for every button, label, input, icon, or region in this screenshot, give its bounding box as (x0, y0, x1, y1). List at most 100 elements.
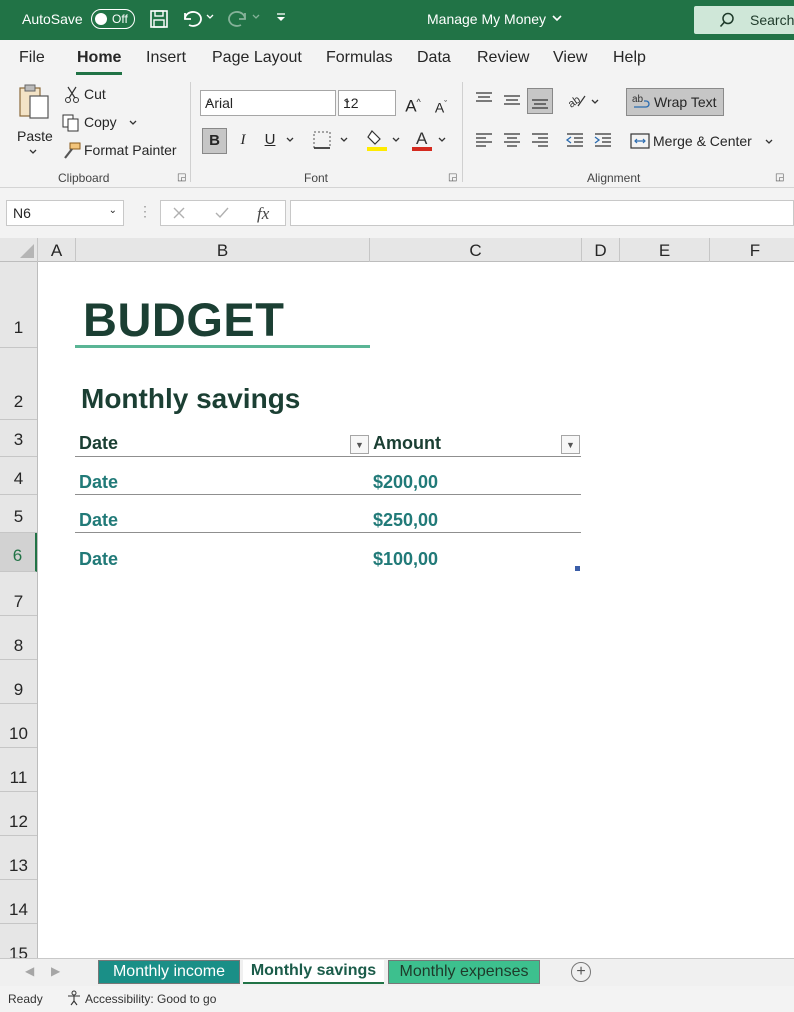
row-header-3[interactable]: 3 (0, 420, 37, 457)
format-painter-button[interactable]: Format Painter (62, 140, 182, 162)
amount-filter-button[interactable]: ▼ (561, 435, 580, 454)
bold-button[interactable]: B (202, 128, 227, 154)
select-all-button[interactable] (0, 238, 38, 262)
fill-color-dropdown-icon[interactable] (391, 136, 401, 144)
tab-review[interactable]: Review (477, 49, 529, 67)
sheet-tab-monthly-income[interactable]: Monthly income (98, 960, 240, 984)
font-color-icon[interactable]: A (411, 128, 433, 152)
font-name-select[interactable]: Arial ⌄ (200, 90, 336, 116)
redo-dropdown-icon[interactable] (251, 12, 261, 22)
scroll-tabs-right-icon[interactable]: ▶ (51, 964, 60, 978)
tab-data[interactable]: Data (417, 49, 451, 67)
align-right-icon[interactable] (530, 130, 550, 150)
wrap-text-button[interactable]: ab Wrap Text (626, 88, 724, 116)
tab-insert[interactable]: Insert (146, 49, 186, 67)
title-dropdown-icon[interactable] (551, 13, 563, 23)
tab-home[interactable]: Home (77, 49, 121, 67)
table-cell-amount[interactable]: $200,00 (373, 472, 438, 493)
column-header-a[interactable]: A (38, 238, 76, 262)
paste-button[interactable]: Paste (8, 80, 58, 160)
section-heading[interactable]: Monthly savings (81, 383, 300, 415)
decrease-indent-icon[interactable] (565, 130, 585, 150)
formula-input[interactable] (290, 200, 794, 226)
row-header-11[interactable]: 11 (0, 748, 37, 792)
tab-view[interactable]: View (553, 49, 587, 67)
row-header-10[interactable]: 10 (0, 704, 37, 748)
name-box[interactable]: N6 ⌄ (6, 200, 124, 226)
column-header-f[interactable]: F (710, 238, 794, 262)
decrease-font-size-icon[interactable]: Aˇ (429, 92, 453, 116)
orientation-dropdown-icon[interactable] (590, 98, 600, 106)
row-header-12[interactable]: 12 (0, 792, 37, 836)
worksheet[interactable]: BUDGET Monthly savings Date ▼ Amount ▼ D… (38, 262, 794, 958)
insert-function-icon[interactable]: fx (257, 204, 269, 224)
sheet-tab-monthly-savings[interactable]: Monthly savings (243, 960, 384, 984)
column-header-d[interactable]: D (582, 238, 620, 262)
font-size-select[interactable]: 12 ⌄ (338, 90, 396, 116)
redo-icon[interactable] (227, 9, 249, 29)
alignment-launcher-icon[interactable]: ◲ (775, 172, 784, 183)
row-header-4[interactable]: 4 (0, 457, 37, 495)
table-cell-date[interactable]: Date (79, 549, 118, 570)
align-middle-icon[interactable] (502, 90, 522, 110)
font-launcher-icon[interactable]: ◲ (448, 172, 457, 183)
table-header-date[interactable]: Date (79, 433, 118, 454)
increase-indent-icon[interactable] (593, 130, 613, 150)
save-icon[interactable] (149, 9, 169, 29)
align-center-icon[interactable] (502, 130, 522, 150)
enter-icon[interactable] (214, 205, 230, 221)
sheet-tab-monthly-expenses[interactable]: Monthly expenses (388, 960, 540, 984)
autosave-toggle[interactable]: Off (91, 9, 135, 29)
undo-dropdown-icon[interactable] (205, 12, 215, 22)
date-filter-button[interactable]: ▼ (350, 435, 369, 454)
row-header-1[interactable]: 1 (0, 262, 37, 348)
more-options-icon[interactable]: ⋮ (138, 203, 152, 220)
accessibility-status[interactable]: Accessibility: Good to go (85, 992, 216, 1006)
orientation-icon[interactable]: ab (566, 90, 588, 110)
increase-font-size-icon[interactable]: A^ (401, 90, 425, 114)
row-header-8[interactable]: 8 (0, 616, 37, 660)
italic-button[interactable]: I (231, 128, 255, 152)
borders-icon[interactable] (312, 130, 332, 150)
fill-color-icon[interactable] (366, 128, 388, 152)
align-bottom-icon[interactable] (527, 88, 553, 114)
table-header-amount[interactable]: Amount (373, 433, 441, 454)
search-box[interactable]: Search (694, 6, 794, 34)
cut-button[interactable]: Cut (62, 84, 142, 106)
row-header-7[interactable]: 7 (0, 572, 37, 616)
row-header-15[interactable]: 15 (0, 924, 37, 958)
tab-help[interactable]: Help (613, 49, 646, 67)
document-title[interactable]: Manage My Money (427, 11, 546, 27)
row-header-13[interactable]: 13 (0, 836, 37, 880)
underline-button[interactable]: U (258, 128, 282, 152)
row-header-9[interactable]: 9 (0, 660, 37, 704)
sheet-title[interactable]: BUDGET (83, 292, 284, 347)
tab-page-layout[interactable]: Page Layout (212, 49, 302, 67)
font-color-dropdown-icon[interactable] (437, 136, 447, 144)
table-resize-handle[interactable] (575, 566, 580, 571)
align-left-icon[interactable] (474, 130, 494, 150)
borders-dropdown-icon[interactable] (339, 136, 349, 144)
row-header-2[interactable]: 2 (0, 348, 37, 420)
accessibility-icon[interactable] (66, 990, 82, 1006)
undo-icon[interactable] (181, 9, 203, 29)
merge-center-button[interactable]: Merge & Center (628, 128, 778, 154)
column-header-b[interactable]: B (76, 238, 370, 262)
table-cell-amount[interactable]: $250,00 (373, 510, 438, 531)
tab-formulas[interactable]: Formulas (326, 49, 393, 67)
add-sheet-button[interactable]: + (571, 962, 591, 982)
column-header-e[interactable]: E (620, 238, 710, 262)
row-header-5[interactable]: 5 (0, 495, 37, 533)
customize-toolbar-icon[interactable] (275, 12, 287, 24)
copy-button[interactable]: Copy (62, 112, 142, 134)
table-cell-date[interactable]: Date (79, 472, 118, 493)
clipboard-launcher-icon[interactable]: ◲ (177, 172, 186, 183)
table-cell-amount[interactable]: $100,00 (373, 549, 438, 570)
align-top-icon[interactable] (474, 90, 494, 110)
cancel-icon[interactable] (171, 205, 187, 221)
row-header-14[interactable]: 14 (0, 880, 37, 924)
tab-file[interactable]: File (19, 49, 45, 67)
table-cell-date[interactable]: Date (79, 510, 118, 531)
scroll-tabs-left-icon[interactable]: ◀ (25, 964, 34, 978)
column-header-c[interactable]: C (370, 238, 582, 262)
